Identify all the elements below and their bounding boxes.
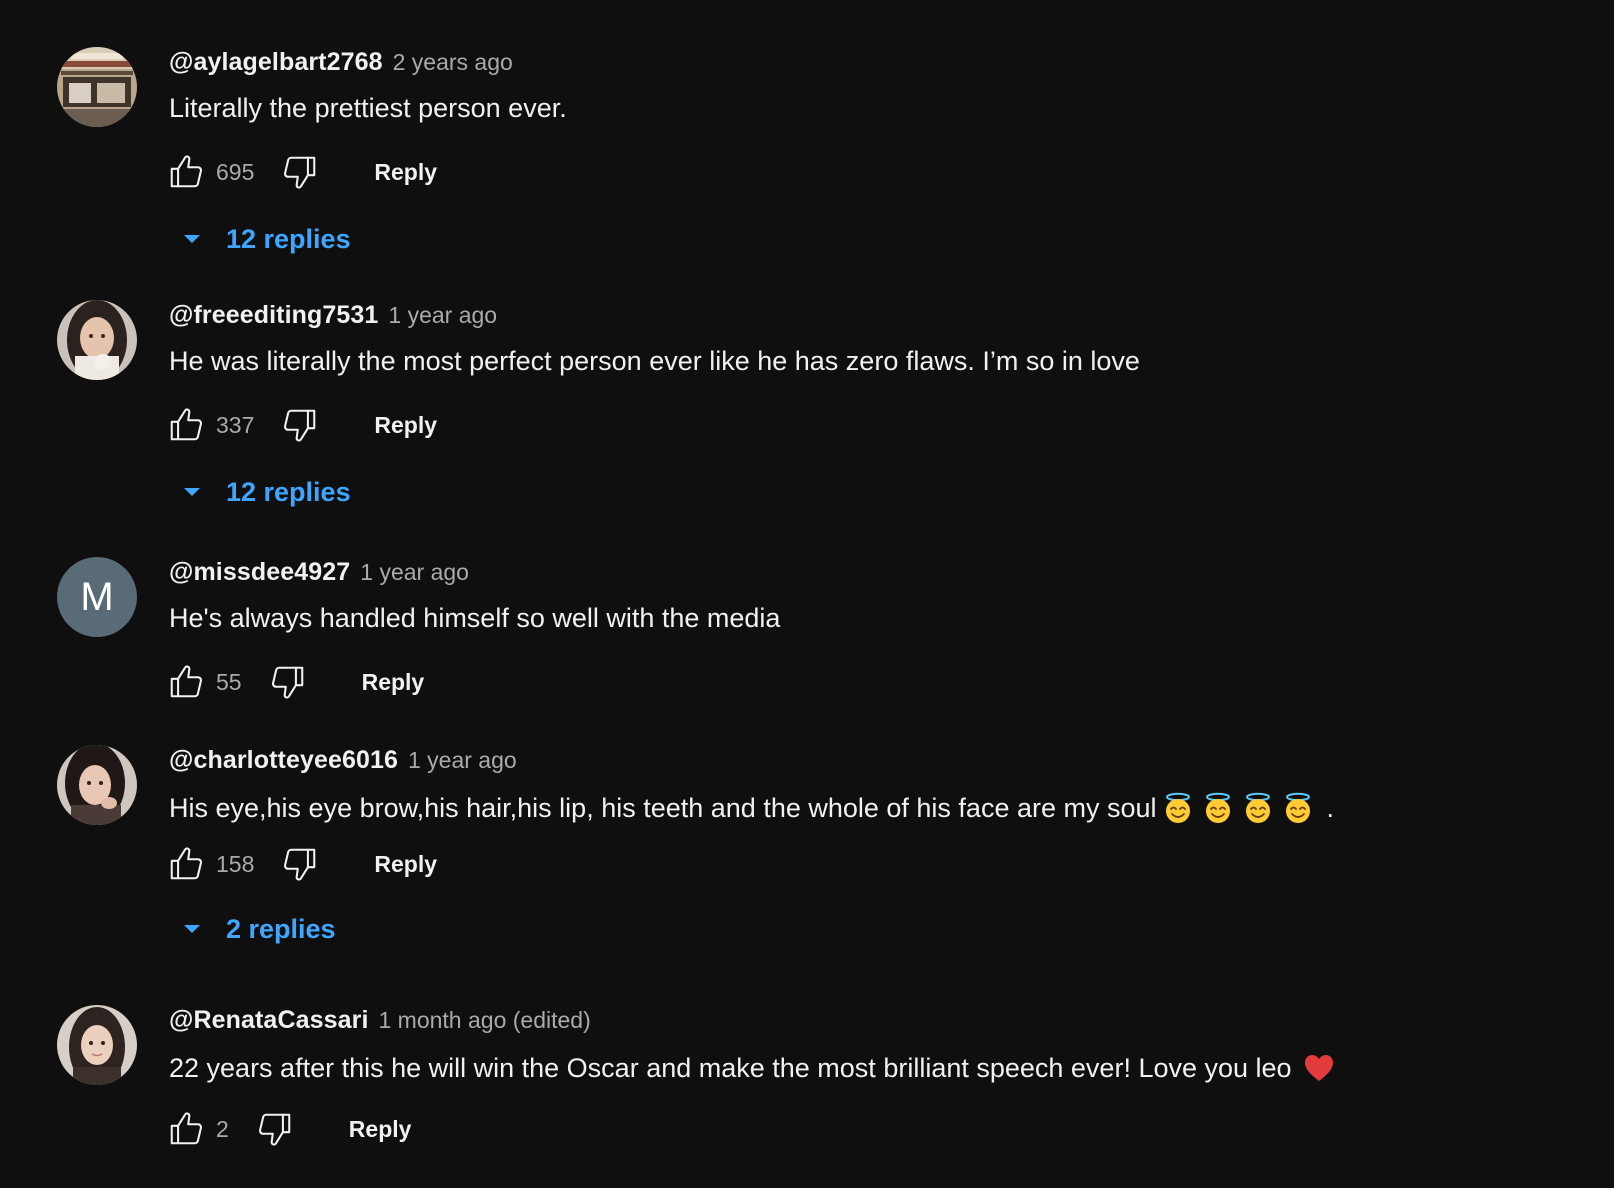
view-replies-button[interactable]: 2 replies (180, 909, 336, 949)
avatar[interactable] (57, 300, 137, 380)
comment-suffix: . (1326, 792, 1335, 823)
like-button[interactable] (166, 152, 206, 192)
like-button[interactable] (166, 844, 206, 884)
comment-body: Literally the prettiest person ever. (169, 93, 567, 123)
comment-text: Literally the prettiest person ever. (169, 93, 567, 124)
like-count: 158 (216, 850, 255, 877)
comment-text: He was literally the most perfect person… (169, 346, 1140, 377)
dislike-button[interactable] (280, 405, 320, 445)
comment-body: His eye,his eye brow,his hair,his lip, h… (169, 792, 1157, 823)
avatar[interactable] (57, 745, 137, 825)
thumbs-down-icon (284, 409, 316, 442)
avatar[interactable]: M (57, 557, 137, 637)
comment-body: He's always handled himself so well with… (169, 603, 781, 633)
smiling-face-with-halo-icon (1241, 791, 1275, 825)
author-handle[interactable]: @aylagelbart2768 (169, 48, 383, 77)
dislike-button[interactable] (280, 152, 320, 192)
dislike-button[interactable] (255, 1109, 295, 1149)
author-handle[interactable]: @missdee4927 (169, 558, 350, 587)
avatar[interactable] (57, 1005, 137, 1085)
thumbs-up-icon (170, 665, 202, 698)
reply-button[interactable]: Reply (374, 159, 437, 186)
avatar[interactable] (57, 47, 137, 127)
thumbs-up-icon (170, 408, 202, 441)
replies-count-label: 2 replies (226, 913, 336, 944)
comment-actions: 158 Reply (166, 842, 437, 886)
like-count: 55 (216, 668, 242, 695)
comment-header: @RenataCassari 1 month ago (edited) (169, 1006, 591, 1040)
thumbs-down-icon (284, 156, 316, 189)
thumbs-up-icon (170, 1112, 202, 1145)
dislike-button[interactable] (268, 662, 308, 702)
timestamp[interactable]: 1 month ago (edited) (378, 1007, 590, 1034)
comment-text: His eye,his eye brow,his hair,his lip, h… (169, 791, 1334, 825)
comment-body: 22 years after this he will win the Osca… (169, 1052, 1292, 1083)
comment-text: 22 years after this he will win the Osca… (169, 1051, 1336, 1085)
thumbs-down-icon (284, 848, 316, 881)
timestamp[interactable]: 1 year ago (360, 559, 469, 586)
caret-down-icon (184, 925, 200, 933)
reply-button[interactable]: Reply (362, 669, 425, 696)
comment-header: @aylagelbart2768 2 years ago (169, 48, 513, 82)
red-heart-icon (1302, 1051, 1336, 1085)
author-handle[interactable]: @charlotteyee6016 (169, 746, 398, 775)
comment-actions: 55 Reply (166, 660, 424, 704)
view-replies-button[interactable]: 12 replies (180, 219, 351, 259)
comment-actions: 2 Reply (166, 1107, 411, 1151)
person-avatar-image (57, 745, 137, 825)
avatar-initial: M (80, 574, 114, 619)
caret-down-icon (184, 488, 200, 496)
comment-header: @missdee4927 1 year ago (169, 558, 469, 592)
comment-header: @charlotteyee6016 1 year ago (169, 746, 517, 780)
thumbs-up-icon (170, 155, 202, 188)
reply-button[interactable]: Reply (349, 1116, 412, 1143)
like-button[interactable] (166, 1109, 206, 1149)
replies-count-label: 12 replies (226, 476, 351, 507)
reply-button[interactable]: Reply (374, 851, 437, 878)
comment-actions: 695 Reply (166, 150, 437, 194)
comment-actions: 337 Reply (166, 403, 437, 447)
thumbs-down-icon (258, 1113, 291, 1146)
smiling-face-with-halo-icon (1201, 791, 1235, 825)
person-avatar-image (57, 300, 137, 380)
like-count: 337 (216, 411, 255, 438)
smiling-face-with-halo-icon (1281, 791, 1315, 825)
storefront-avatar-image (57, 47, 137, 127)
like-count: 695 (216, 158, 255, 185)
comment-header: @freeediting7531 1 year ago (169, 301, 497, 335)
comment-text: He's always handled himself so well with… (169, 603, 780, 634)
smiling-face-with-halo-icon (1161, 791, 1195, 825)
replies-count-label: 12 replies (226, 223, 351, 254)
thumbs-up-icon (170, 847, 202, 880)
dislike-button[interactable] (280, 844, 320, 884)
timestamp[interactable]: 2 years ago (393, 49, 513, 76)
author-handle[interactable]: @freeediting7531 (169, 301, 378, 330)
view-replies-button[interactable]: 12 replies (180, 472, 351, 512)
comment-body: He was literally the most perfect person… (169, 346, 1140, 376)
timestamp[interactable]: 1 year ago (408, 747, 517, 774)
like-button[interactable] (166, 405, 206, 445)
reply-button[interactable]: Reply (374, 412, 437, 439)
caret-down-icon (184, 235, 200, 243)
timestamp[interactable]: 1 year ago (388, 302, 497, 329)
person-avatar-image (57, 1005, 137, 1085)
author-handle[interactable]: @RenataCassari (169, 1006, 368, 1035)
thumbs-down-icon (271, 666, 303, 699)
like-button[interactable] (166, 662, 206, 702)
like-count: 2 (216, 1115, 229, 1142)
